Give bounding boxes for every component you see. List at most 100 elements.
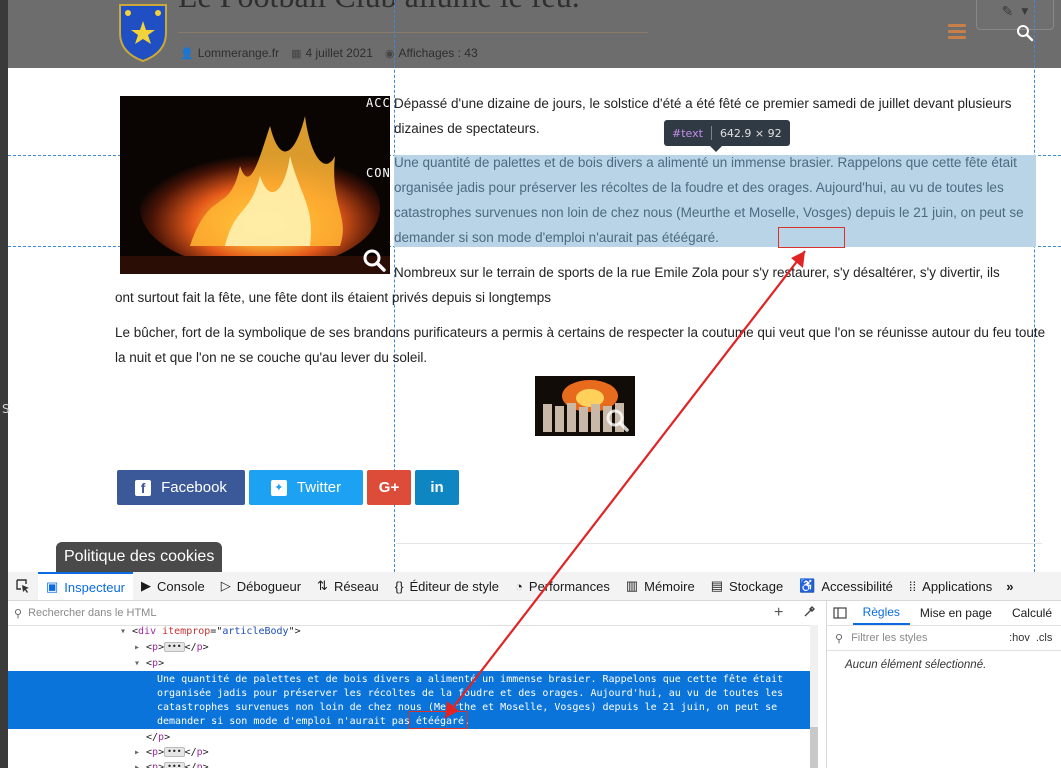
bonfire-drawing — [120, 96, 390, 274]
zoom-icon[interactable] — [362, 248, 386, 272]
scrollbar-thumb[interactable] — [810, 727, 818, 768]
attr-value: articleBody — [222, 626, 289, 637]
tab-computed[interactable]: Calculé — [1002, 601, 1061, 625]
tab-console[interactable]: ▶ Console — [133, 572, 213, 600]
paragraph-selected: Une quantité de palettes et de bois dive… — [394, 150, 1044, 250]
more-tabs-chevron-icon[interactable]: » — [1000, 579, 1019, 594]
devtools-panel: ▣ Inspecteur ▶ Console ▷ Débogueur ⇅ Rés… — [8, 572, 1061, 768]
group-photo-thumbnail[interactable] — [535, 376, 635, 436]
tag-name: p — [152, 642, 159, 653]
tab-performance[interactable]: ◔ Performances — [507, 572, 618, 600]
overlay-nav-item-home[interactable]: ACC — [366, 96, 391, 110]
facebook-label: Facebook — [161, 479, 227, 496]
element-picker-button[interactable] — [8, 572, 38, 600]
user-icon: 👤 — [180, 47, 194, 60]
tag-name: div — [138, 626, 157, 637]
tab-layout[interactable]: Mise en page — [910, 601, 1002, 625]
hov-toggle[interactable]: :hov — [1009, 632, 1030, 644]
meta-date: ▦ 4 juillet 2021 — [291, 46, 373, 60]
ellipsis-badge[interactable]: ••• — [164, 762, 185, 768]
view-count: Affichages : 43 — [398, 46, 478, 60]
tree-node-p-expanded[interactable]: ▾ <p> — [134, 657, 164, 671]
article-meta: 👤 Lommerange.fr ▦ 4 juillet 2021 ◉ Affic… — [180, 46, 484, 60]
tab-storage[interactable]: ▤ Stockage — [703, 572, 792, 600]
eyedropper-icon[interactable] — [802, 605, 816, 619]
search-icon: ⚲ — [14, 607, 23, 620]
bonfire-photo[interactable] — [120, 96, 390, 274]
cls-toggle[interactable]: .cls — [1036, 632, 1053, 644]
typo-highlight-box — [409, 711, 467, 729]
tab-debugger[interactable]: ▷ Débogueur — [213, 572, 309, 600]
web-page: Le Football Club allume le feu. 👤 Lommer… — [8, 0, 1061, 572]
tree-node-p-collapsed[interactable]: ▸ <p> ••• </p> — [134, 761, 209, 768]
tree-node-p-close[interactable]: </p> — [146, 731, 170, 745]
share-twitter-button[interactable]: ✦ Twitter — [249, 470, 363, 505]
linkedin-icon: in — [430, 479, 444, 496]
tooltip-node-type: #text — [672, 126, 703, 140]
twitter-label: Twitter — [296, 479, 342, 496]
caret-down-icon: ▼ — [1021, 7, 1029, 17]
hamburger-menu-icon[interactable] — [948, 24, 966, 40]
tab-applications[interactable]: ⁞⁞ Applications — [901, 572, 1000, 600]
paragraph-festivities-line2: ont surtout fait la fête, une fête dont … — [115, 290, 552, 305]
edit-dropdown-button[interactable]: ✎ ▼ — [976, 0, 1054, 30]
tree-node-p-collapsed[interactable]: ▸ <p> ••• </p> — [134, 641, 209, 655]
ellipsis-badge[interactable]: ••• — [164, 642, 185, 652]
site-header: Le Football Club allume le feu. 👤 Lommer… — [8, 0, 1061, 68]
tab-style-editor[interactable]: {} Éditeur de style — [387, 572, 507, 600]
selected-text-content: Une quantité de palettes et de bois dive… — [157, 674, 784, 727]
share-buttons: f Facebook ✦ Twitter G+ in — [117, 470, 459, 505]
add-node-icon[interactable]: + — [774, 604, 783, 622]
facebook-icon: f — [135, 479, 152, 496]
author-name: Lommerange.fr — [197, 46, 280, 60]
search-icon[interactable] — [1016, 24, 1034, 42]
console-icon: ▶ — [141, 578, 151, 593]
devtools-toolbar: ▣ Inspecteur ▶ Console ▷ Débogueur ⇅ Rés… — [8, 572, 1061, 601]
toggle-layout-icon[interactable] — [827, 607, 853, 619]
tab-memory[interactable]: ▥ Mémoire — [618, 572, 703, 600]
twitter-icon: ✦ — [270, 479, 287, 496]
accessibility-icon: ♿ — [799, 578, 816, 593]
markup-scrollbar[interactable] — [810, 625, 818, 768]
rules-panel-tabs: Règles Mise en page Calculé — [827, 601, 1061, 626]
tab-network-label: Réseau — [333, 578, 379, 594]
tree-node-article-body[interactable]: ▾ <div itemprop="articleBody"> — [120, 625, 301, 639]
html-search-bar: ⚲ + — [8, 601, 818, 626]
attr-name: itemprop — [162, 626, 211, 637]
tab-accessibility-label: Accessibilité — [821, 578, 893, 594]
tab-accessibility[interactable]: ♿ Accessibilité — [791, 572, 901, 600]
tag-name: p — [152, 762, 159, 768]
html-tree: ▾ <div itemprop="articleBody"> ▸ <p> ••• </p… — [8, 625, 810, 768]
style-filter-input[interactable] — [849, 631, 1004, 645]
ellipsis-badge[interactable]: ••• — [164, 747, 185, 757]
title-divider — [178, 32, 648, 33]
share-linkedin-button[interactable]: in — [415, 470, 459, 505]
tooltip-node-size: 642.9 × 92 — [719, 126, 782, 140]
typo-word: étéégaré. — [661, 230, 719, 245]
inspector-tooltip: #text 642.9 × 92 — [664, 120, 790, 152]
tab-applications-label: Applications — [922, 578, 993, 594]
html-search-input[interactable] — [26, 606, 731, 620]
share-googleplus-button[interactable]: G+ — [367, 470, 411, 505]
town-crest-logo[interactable] — [116, 3, 170, 63]
paragraph-bonfire: Le bûcher, fort de la symbolique de ses … — [115, 325, 1046, 365]
tab-performance-label: Performances — [528, 578, 610, 594]
googleplus-icon: G+ — [378, 479, 400, 496]
tab-network[interactable]: ⇅ Réseau — [309, 572, 387, 600]
tab-storage-label: Stockage — [729, 578, 784, 594]
element-picker-icon — [16, 579, 29, 593]
share-facebook-button[interactable]: f Facebook — [117, 470, 245, 505]
side-letter: S — [2, 402, 10, 416]
meta-author: 👤 Lommerange.fr — [180, 46, 279, 60]
tab-debugger-label: Débogueur — [236, 578, 302, 594]
zoom-icon[interactable] — [605, 408, 629, 432]
tag-name: p — [158, 732, 165, 743]
typo-highlight-box — [778, 227, 845, 248]
tag-name: p — [196, 762, 203, 768]
no-element-message: Aucun élément sélectionné. — [845, 659, 987, 671]
tree-node-p-collapsed[interactable]: ▸ <p> ••• </p> — [134, 746, 209, 760]
cookie-policy-tab[interactable]: Politique des cookies — [56, 542, 223, 572]
tab-rules[interactable]: Règles — [852, 601, 910, 625]
publish-date: 4 juillet 2021 — [305, 46, 373, 60]
tab-inspector[interactable]: ▣ Inspecteur — [38, 572, 133, 600]
